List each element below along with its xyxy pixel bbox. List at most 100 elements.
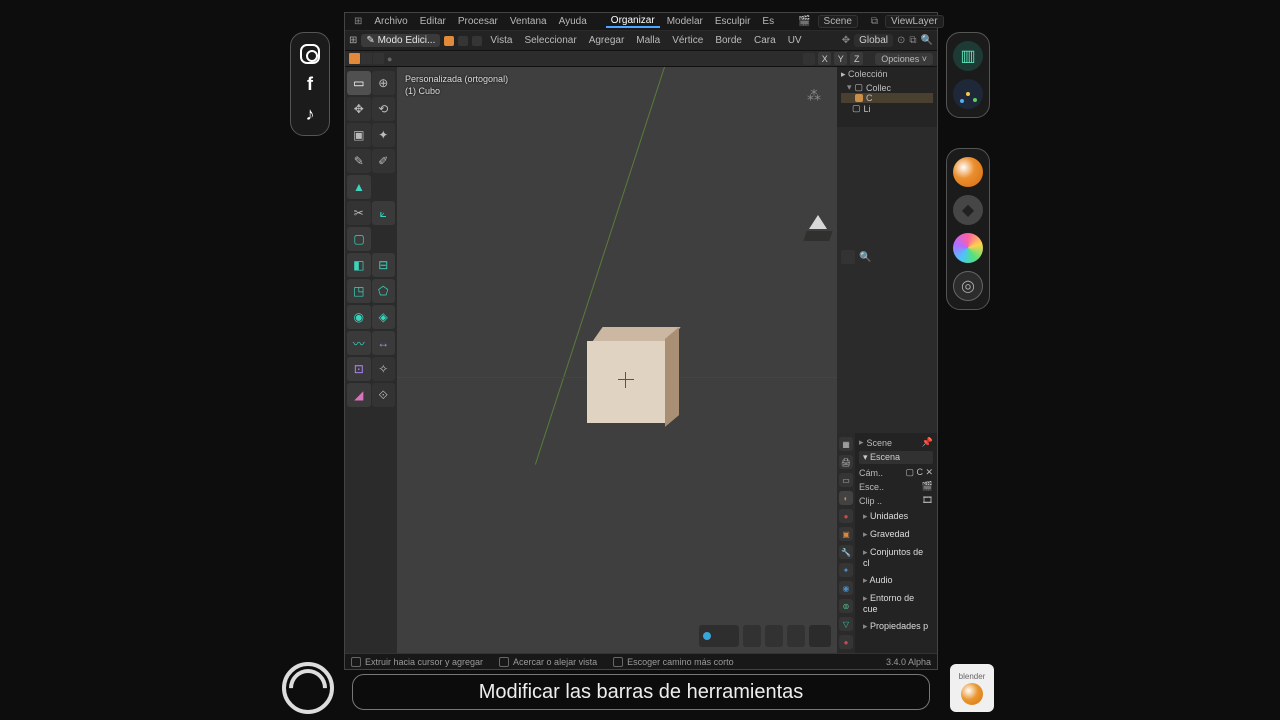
- shading-toggle[interactable]: [349, 53, 360, 64]
- tool-boolean[interactable]: ◈: [372, 305, 396, 329]
- prop-clip[interactable]: Clip ..🎞: [859, 495, 933, 506]
- panel-units[interactable]: ▸ Unidades: [859, 509, 933, 524]
- options-button[interactable]: Opciones ˅: [875, 53, 933, 65]
- tool-shrink[interactable]: ⊡: [347, 357, 371, 381]
- tab-render[interactable]: ▦: [839, 437, 853, 451]
- tool-annotate[interactable]: ✎: [347, 149, 371, 173]
- menu-uv[interactable]: UV: [784, 35, 806, 46]
- tab-scene[interactable]: ◐: [839, 491, 853, 505]
- shading-toggle[interactable]: [361, 53, 372, 64]
- panel-keying[interactable]: ▸ Conjuntos de cl: [859, 545, 933, 570]
- tab-view[interactable]: ▭: [839, 473, 853, 487]
- menu-select[interactable]: Seleccionar: [520, 35, 580, 46]
- tool-extrude[interactable]: ▲: [347, 175, 371, 199]
- tool-poly[interactable]: ⬠: [372, 279, 396, 303]
- outliner-item[interactable]: ▾▢ Collec: [841, 82, 933, 93]
- tool-cursor[interactable]: ⊕: [372, 71, 396, 95]
- krita-icon[interactable]: [953, 233, 983, 263]
- tool-move[interactable]: ✥: [347, 97, 371, 121]
- tool-rotate[interactable]: ⟲: [372, 97, 396, 121]
- filter-icon[interactable]: [841, 250, 855, 264]
- mode-selector[interactable]: ✎ Modo Edici...: [361, 34, 440, 47]
- tool-inset[interactable]: ▢: [347, 227, 371, 251]
- tool-bisect[interactable]: ⟀: [372, 201, 396, 225]
- shading-wireframe[interactable]: [699, 625, 739, 647]
- shading-toggle[interactable]: [373, 53, 384, 64]
- tab-output[interactable]: 🖨: [839, 455, 853, 469]
- menu-window[interactable]: Ventana: [505, 16, 552, 27]
- panel-audio[interactable]: ▸ Audio: [859, 573, 933, 588]
- tool-shear[interactable]: ✧: [372, 357, 396, 381]
- menu-vertex[interactable]: Vértice: [668, 35, 707, 46]
- tab-world[interactable]: ●: [839, 509, 853, 523]
- tool-rip[interactable]: ◢: [347, 383, 371, 407]
- select-mode-face[interactable]: [472, 36, 482, 46]
- tab-material[interactable]: ●: [839, 635, 853, 649]
- shading-matprev[interactable]: [765, 625, 783, 647]
- instagram-icon[interactable]: [297, 41, 323, 67]
- axis-x[interactable]: X: [818, 52, 831, 65]
- prop-background[interactable]: Esce..🎬: [859, 481, 933, 492]
- panel-custom[interactable]: ▸ Propiedades p: [859, 619, 933, 634]
- app-icon[interactable]: [953, 79, 983, 109]
- gizmo-toggle[interactable]: [803, 53, 815, 65]
- axis-y[interactable]: Y: [834, 52, 847, 65]
- viewlayer-field[interactable]: ViewLayer: [885, 15, 944, 28]
- menu-view[interactable]: Vista: [486, 35, 516, 46]
- panel-rigidbody[interactable]: ▸ Entorno de cue: [859, 591, 933, 616]
- menu-render[interactable]: Procesar: [453, 16, 503, 27]
- workspace-tab[interactable]: Organizar: [606, 15, 660, 28]
- select-mode-vertex[interactable]: [444, 36, 454, 46]
- tool-select[interactable]: ▭: [347, 71, 371, 95]
- app-icon[interactable]: ▥: [953, 41, 983, 71]
- select-mode-edge[interactable]: [458, 36, 468, 46]
- search-icon[interactable]: 🔍: [859, 252, 933, 263]
- shading-solid[interactable]: [743, 625, 761, 647]
- tool-scale[interactable]: ▣: [347, 123, 371, 147]
- shading-rendered[interactable]: [787, 625, 805, 647]
- panel-escena[interactable]: ▾ Escena: [859, 451, 933, 464]
- outliner-item[interactable]: ▢ Li: [841, 103, 933, 114]
- menu-help[interactable]: Ayuda: [554, 16, 592, 27]
- blender-icon[interactable]: [953, 157, 983, 187]
- menu-face[interactable]: Cara: [750, 35, 780, 46]
- prop-camera[interactable]: Cám..▢ C ✕: [859, 467, 933, 478]
- tab-particles[interactable]: ✦: [839, 563, 853, 577]
- tiktok-icon[interactable]: ♪: [297, 101, 323, 127]
- light-icon: ⁂: [807, 87, 821, 104]
- workspace-tab[interactable]: Modelar: [662, 16, 708, 27]
- facebook-icon[interactable]: f: [297, 71, 323, 97]
- panel-gravity[interactable]: ▸ Gravedad: [859, 527, 933, 542]
- tab-physics[interactable]: ◉: [839, 581, 853, 595]
- axis-z[interactable]: Z: [850, 52, 863, 65]
- workspace-tab[interactable]: Es: [757, 16, 779, 27]
- tool-knife[interactable]: ✂: [347, 201, 371, 225]
- app-icon[interactable]: ◆: [953, 195, 983, 225]
- cube-object[interactable]: [587, 327, 677, 425]
- tool-region[interactable]: ⟐: [372, 383, 396, 407]
- tab-data[interactable]: ▽: [839, 617, 853, 631]
- tool-slide[interactable]: ↔: [372, 331, 396, 355]
- tool-offset[interactable]: ◳: [347, 279, 371, 303]
- obs-icon[interactable]: ◎: [953, 271, 983, 301]
- viewport[interactable]: Personalizada (ortogonal) (1) Cubo ⁂: [397, 67, 837, 653]
- tab-modifier[interactable]: 🔧: [839, 545, 853, 559]
- tab-constraints[interactable]: ⊚: [839, 599, 853, 613]
- menu-add[interactable]: Agregar: [585, 35, 629, 46]
- scene-field[interactable]: Scene: [818, 15, 858, 28]
- menu-file[interactable]: Archivo: [369, 16, 412, 27]
- tool-spin[interactable]: ◉: [347, 305, 371, 329]
- shading-options[interactable]: [809, 625, 831, 647]
- workspace-tab[interactable]: Esculpir: [710, 16, 756, 27]
- menu-mesh[interactable]: Malla: [632, 35, 664, 46]
- menu-edge[interactable]: Borde: [711, 35, 746, 46]
- menu-edit[interactable]: Editar: [415, 16, 451, 27]
- outliner-item[interactable]: C: [841, 93, 933, 103]
- tool-transform[interactable]: ✦: [372, 123, 396, 147]
- tab-object[interactable]: ▣: [839, 527, 853, 541]
- tool-loopcut[interactable]: ⊟: [372, 253, 396, 277]
- tool-measure[interactable]: ✐: [372, 149, 396, 173]
- tool-bevel[interactable]: ◧: [347, 253, 371, 277]
- tool-smooth[interactable]: 〰: [347, 331, 371, 355]
- orientation-selector[interactable]: Global: [854, 34, 893, 47]
